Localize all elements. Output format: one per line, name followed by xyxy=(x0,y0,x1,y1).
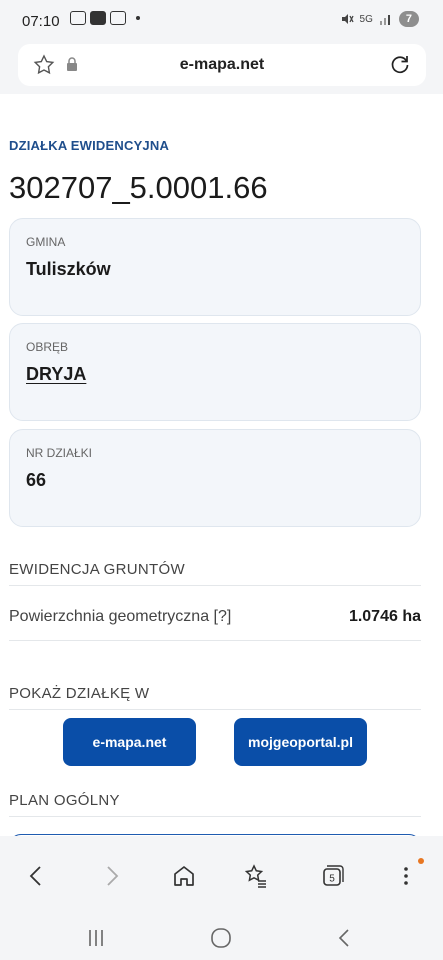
gmina-card: GMINA Tuliszków xyxy=(9,218,421,316)
obreb-link[interactable]: DRYJA xyxy=(26,364,86,385)
chevron-left-icon xyxy=(29,866,41,886)
system-navigation-bar xyxy=(0,916,443,960)
browser-address-area: e-mapa.net xyxy=(0,44,443,94)
youtube-icon xyxy=(90,11,106,25)
network-type: 5G xyxy=(359,13,373,25)
open-mojgeoportal-button[interactable]: mojgeoportal.pl xyxy=(234,718,367,766)
status-bar: 07:10 5G 7 xyxy=(0,0,443,44)
divider xyxy=(9,816,421,817)
forward-button[interactable] xyxy=(82,836,142,916)
page-content: DZIAŁKA EWIDENCYJNA 302707_5.0001.66 GMI… xyxy=(0,94,443,836)
battery-indicator: 7 xyxy=(398,11,419,27)
divider xyxy=(9,585,421,586)
ewidencja-heading: EWIDENCJA GRUNTÓW xyxy=(9,561,185,578)
more-notifications-icon xyxy=(136,16,140,20)
nr-dzialki-value: 66 xyxy=(26,470,47,490)
system-home-button[interactable] xyxy=(191,920,251,956)
screenshot-icon xyxy=(70,11,86,25)
divider xyxy=(9,640,421,641)
calendar-icon xyxy=(110,11,126,25)
obreb-label: OBRĘB xyxy=(26,340,69,354)
system-back-icon xyxy=(338,929,349,947)
plan-heading: PLAN OGÓLNY xyxy=(9,792,120,809)
recent-apps-button[interactable] xyxy=(66,920,126,956)
status-time: 07:10 xyxy=(22,13,60,30)
system-back-button[interactable] xyxy=(314,920,374,956)
gmina-value: Tuliszków xyxy=(26,259,111,279)
pokaz-heading: POKAŻ DZIAŁKĘ W xyxy=(9,685,150,702)
home-button[interactable] xyxy=(154,836,214,916)
status-notification-icons xyxy=(70,11,140,25)
mute-icon xyxy=(341,14,354,24)
nr-dzialki-card: NR DZIAŁKI 66 xyxy=(9,429,421,527)
parcel-section-label: DZIAŁKA EWIDENCYJNA xyxy=(9,138,170,153)
menu-button[interactable] xyxy=(376,836,436,916)
divider xyxy=(9,709,421,710)
open-e-mapa-button[interactable]: e-mapa.net xyxy=(63,718,196,766)
tabs-button[interactable]: 5 xyxy=(302,836,362,916)
home-icon xyxy=(174,866,194,886)
bookmarks-icon xyxy=(244,864,266,888)
nr-dzialki-label: NR DZIAŁKI xyxy=(26,446,93,460)
reload-icon[interactable] xyxy=(388,53,412,77)
recent-apps-icon xyxy=(89,930,103,946)
tabs-count: 5 xyxy=(329,874,335,885)
parcel-id: 302707_5.0001.66 xyxy=(9,170,268,205)
browser-toolbar: 5 xyxy=(0,836,443,916)
area-label: Powierzchnia geometryczna [?] xyxy=(9,608,232,625)
area-value: 1.0746 ha xyxy=(348,608,421,625)
tabs-icon: 5 xyxy=(323,865,344,886)
obreb-card: OBRĘB DRYJA xyxy=(9,323,421,421)
circle-home-icon xyxy=(211,928,231,948)
notification-dot xyxy=(418,858,424,864)
bookmarks-button[interactable] xyxy=(226,836,286,916)
status-system-icons: 5G 7 xyxy=(340,11,419,27)
more-vertical-icon xyxy=(404,867,408,885)
gmina-label: GMINA xyxy=(26,235,66,249)
signal-icon xyxy=(379,15,390,25)
back-button[interactable] xyxy=(6,836,66,916)
address-bar[interactable]: e-mapa.net xyxy=(18,44,426,86)
url-text[interactable]: e-mapa.net xyxy=(18,56,426,74)
chevron-right-icon xyxy=(107,866,119,886)
